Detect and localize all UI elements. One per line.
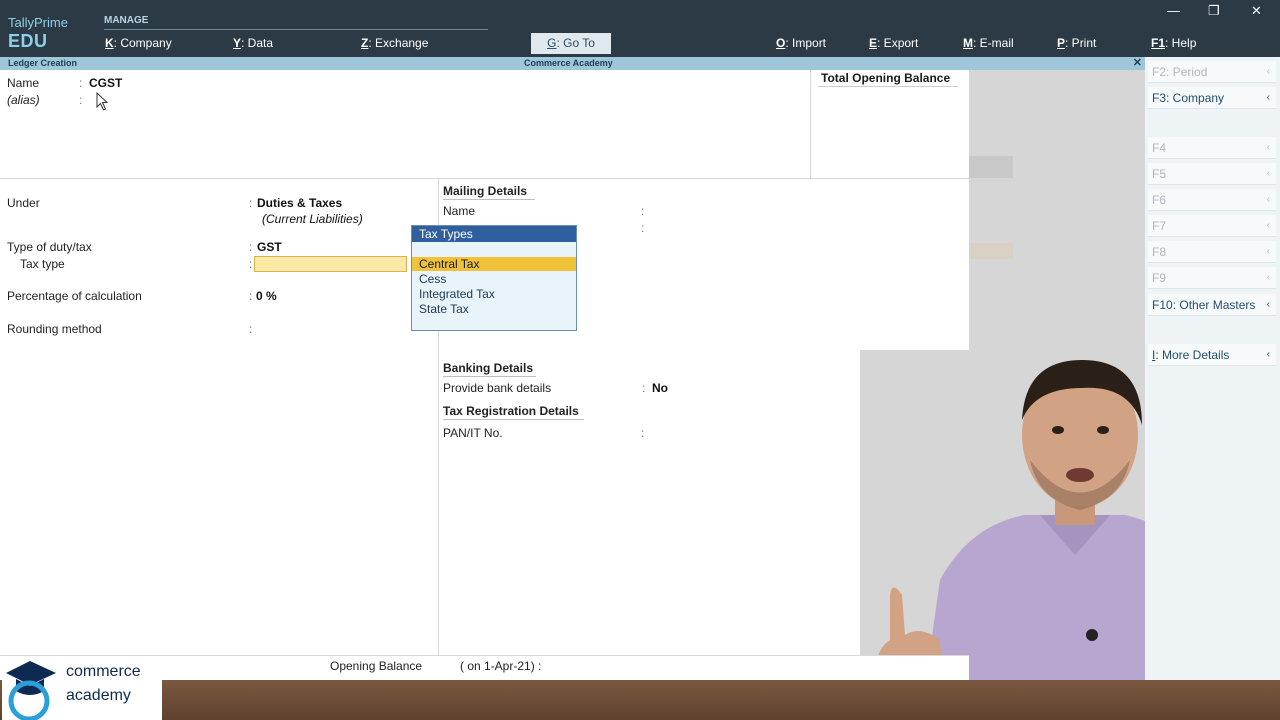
provide-bank-details-label: Provide bank details <box>443 381 552 395</box>
background-floor <box>0 680 1280 720</box>
alias-label: (alias) <box>7 93 40 107</box>
name-label: Name <box>7 76 40 90</box>
chevron-left-icon: ‹ <box>1266 168 1270 179</box>
tax-type-option-cess[interactable]: Cess <box>412 272 576 286</box>
percentage-colon: : <box>249 289 253 303</box>
menu-company[interactable]: K: Company <box>105 36 172 50</box>
tax-types-popup-title: Tax Types <box>412 226 576 242</box>
brand-name: TallyPrime <box>8 15 68 30</box>
close-window-icon[interactable]: ✕ <box>1251 3 1262 19</box>
f7-button[interactable]: F7 ‹ <box>1148 215 1276 237</box>
tax-type-input[interactable] <box>254 256 407 272</box>
logo-text-line2: academy <box>66 687 131 704</box>
type-of-duty-field[interactable]: GST <box>257 240 282 254</box>
pan-label: PAN/IT No. <box>443 426 503 440</box>
top-bar: TallyPrime EDU MANAGE K: Company Y: Data… <box>0 0 1280 57</box>
chevron-left-icon: ‹ <box>1266 142 1270 153</box>
mailing-name-label: Name <box>443 204 476 218</box>
print-button[interactable]: P: Print <box>1057 36 1096 50</box>
opening-balance-label: Opening Balance <box>330 659 423 673</box>
banking-details-title: Banking Details <box>443 361 534 375</box>
total-opening-balance-label: Total Opening Balance <box>821 71 951 85</box>
pan-colon: : <box>641 426 645 440</box>
tax-types-popup: Tax Types Central Tax Cess Integrated Ta… <box>411 225 577 331</box>
f5-button[interactable]: F5 ‹ <box>1148 163 1276 185</box>
tax-registration-title: Tax Registration Details <box>443 404 579 418</box>
logo-text-line1: commerce <box>66 663 141 680</box>
chevron-left-icon: ‹ <box>1266 92 1270 103</box>
email-button[interactable]: M: E-mail <box>963 36 1014 50</box>
chevron-left-icon: ‹ <box>1266 194 1270 205</box>
manage-divider <box>104 29 488 30</box>
provide-bank-details-colon: : <box>642 381 646 395</box>
mouse-cursor-icon <box>96 92 109 111</box>
f8-button[interactable]: F8 ‹ <box>1148 241 1276 263</box>
chevron-left-icon: ‹ <box>1266 220 1270 231</box>
name-colon: : <box>79 76 83 90</box>
total-opening-balance-underline <box>818 86 958 87</box>
screen-title: Ledger Creation <box>8 58 78 68</box>
under-colon: : <box>249 196 253 210</box>
banking-details-underline <box>443 376 536 377</box>
f6-button[interactable]: F6 ‹ <box>1148 189 1276 211</box>
form-divider <box>0 178 969 179</box>
under-field[interactable]: Duties & Taxes <box>257 196 342 210</box>
percentage-field[interactable]: 0 % <box>256 289 277 303</box>
balance-divider <box>810 70 811 178</box>
screen-title-strip: Ledger Creation Commerce Academy ✕ <box>0 57 1145 70</box>
period-button[interactable]: F2: Period ‹ <box>1148 61 1276 83</box>
background-highlight-row <box>969 156 1013 178</box>
chevron-left-icon: ‹ <box>1266 349 1270 360</box>
help-button[interactable]: F1: Help <box>1151 36 1196 50</box>
under-label: Under <box>7 196 40 210</box>
chevron-left-icon: ‹ <box>1266 246 1270 257</box>
export-button[interactable]: E: Export <box>869 36 918 50</box>
goto-button[interactable]: G: Go To <box>531 33 611 54</box>
chevron-left-icon: ‹ <box>1266 66 1270 77</box>
rounding-colon: : <box>249 322 253 336</box>
opening-balance-date: ( on 1-Apr-21) : <box>460 659 542 673</box>
import-button[interactable]: O: Import <box>776 36 826 50</box>
mailing-name-colon: : <box>641 204 645 218</box>
alias-colon: : <box>79 93 83 107</box>
name-field[interactable]: CGST <box>89 76 122 90</box>
type-of-duty-colon: : <box>249 240 253 254</box>
close-screen-icon[interactable]: ✕ <box>1133 56 1142 69</box>
background-highlight-row <box>969 243 1013 259</box>
provide-bank-details-field[interactable]: No <box>652 381 668 395</box>
menu-data[interactable]: Y: Data <box>233 36 273 50</box>
under-group: (Current Liabilities) <box>262 212 363 226</box>
tax-type-option-integrated[interactable]: Integrated Tax <box>412 287 576 301</box>
mailing-details-title: Mailing Details <box>443 184 528 198</box>
manage-label: MANAGE <box>104 15 149 26</box>
company-name: Commerce Academy <box>524 58 613 68</box>
menu-exchange[interactable]: Z: Exchange <box>361 36 428 50</box>
tax-type-option-state[interactable]: State Tax <box>412 302 576 316</box>
tax-type-colon: : <box>249 257 253 271</box>
company-button[interactable]: F3: Company ‹ <box>1148 87 1276 109</box>
tax-type-label: Tax type <box>20 257 65 271</box>
other-masters-button[interactable]: F10: Other Masters ‹ <box>1148 294 1276 316</box>
tax-type-option-central[interactable]: Central Tax <box>412 257 576 271</box>
percentage-label: Percentage of calculation <box>7 289 142 303</box>
type-of-duty-label: Type of duty/tax <box>7 240 92 254</box>
f4-button[interactable]: F4 ‹ <box>1148 137 1276 159</box>
rounding-label: Rounding method <box>7 322 102 336</box>
brand-edition: EDU <box>8 31 48 51</box>
mailing-details-underline <box>443 199 535 200</box>
chevron-left-icon: ‹ <box>1266 299 1270 310</box>
more-details-button[interactable]: I: More Details ‹ <box>1148 344 1276 366</box>
f9-button[interactable]: F9 ‹ <box>1148 267 1276 289</box>
chevron-left-icon: ‹ <box>1266 272 1270 283</box>
tax-registration-underline <box>443 419 584 420</box>
restore-icon[interactable]: ❐ <box>1208 3 1220 19</box>
minimize-icon[interactable]: — <box>1167 3 1180 18</box>
mailing-address-colon: : <box>641 221 645 235</box>
